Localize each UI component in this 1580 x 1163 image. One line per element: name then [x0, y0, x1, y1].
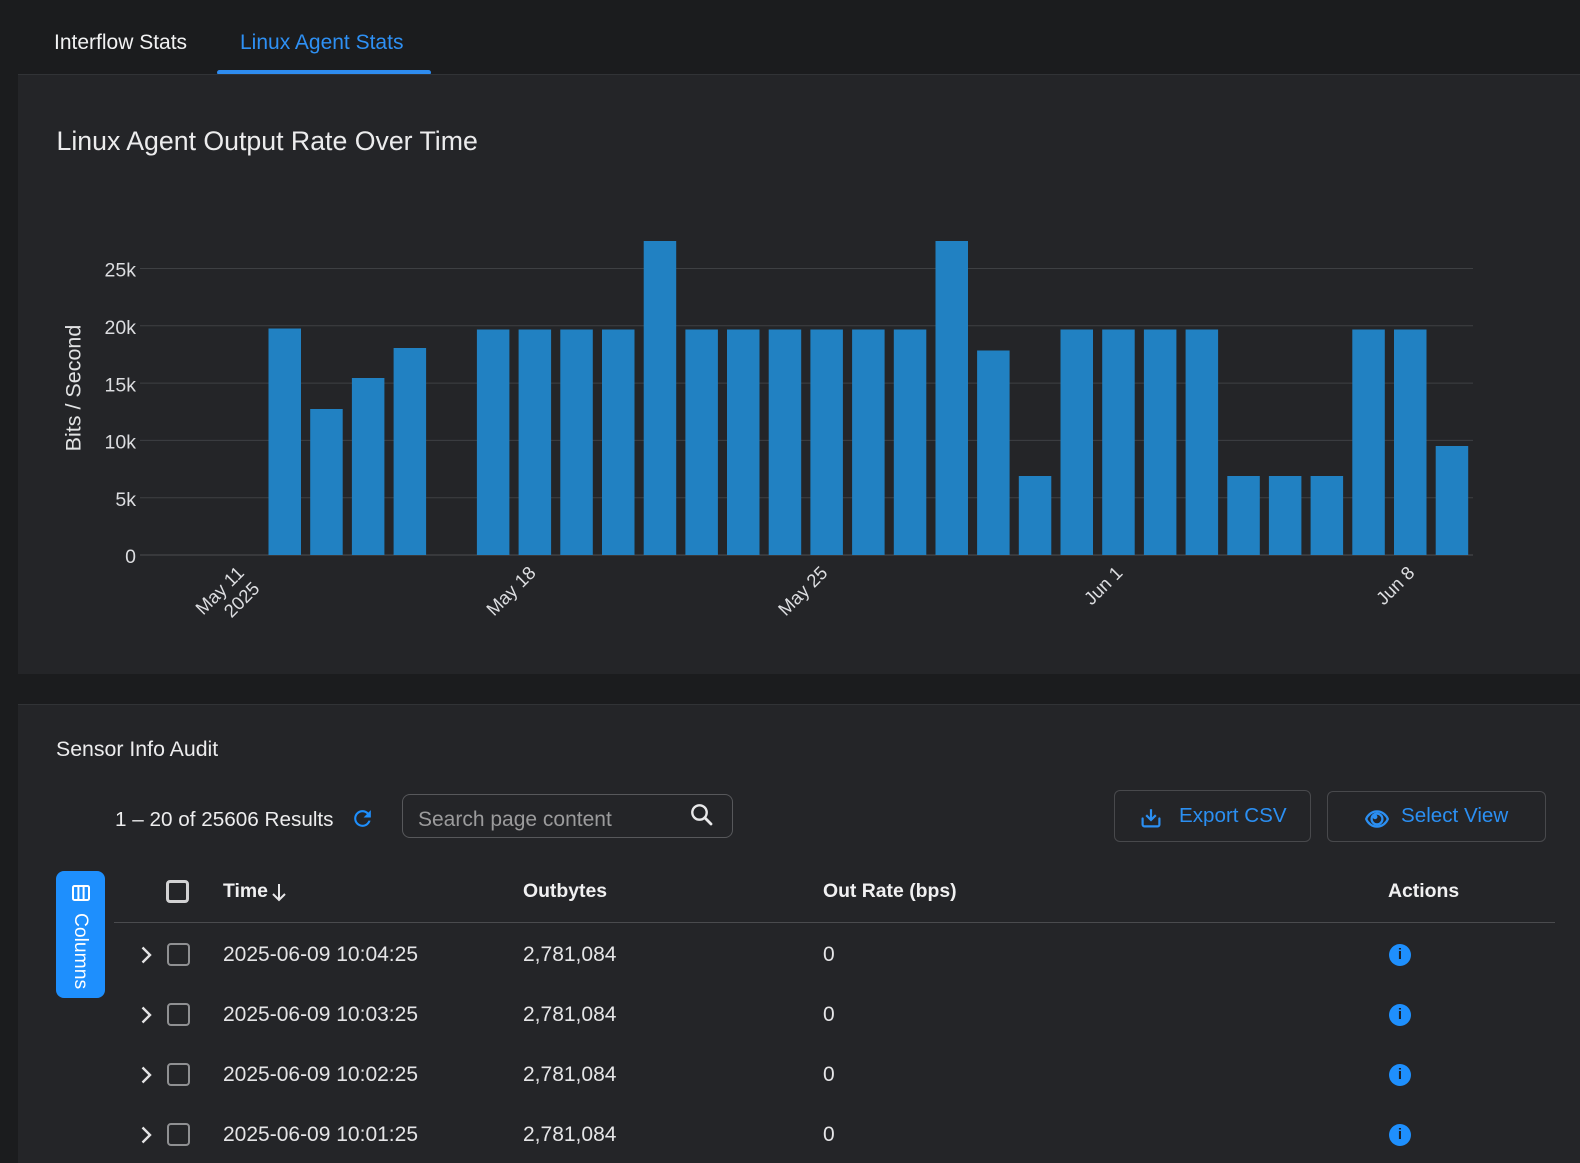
svg-text:May 112025: May 112025 [191, 562, 263, 634]
svg-text:5k: 5k [115, 489, 136, 511]
svg-text:May 18: May 18 [482, 562, 540, 620]
svg-text:Jun 1: Jun 1 [1080, 562, 1127, 609]
svg-text:25k: 25k [105, 260, 137, 282]
svg-text:May 25: May 25 [774, 562, 832, 620]
svg-text:0: 0 [125, 546, 136, 568]
svg-text:15k: 15k [105, 374, 137, 396]
svg-text:Jun 8: Jun 8 [1372, 562, 1419, 609]
svg-text:20k: 20k [105, 317, 137, 339]
svg-text:Bits / Second: Bits / Second [62, 325, 86, 452]
svg-text:10k: 10k [105, 432, 137, 454]
